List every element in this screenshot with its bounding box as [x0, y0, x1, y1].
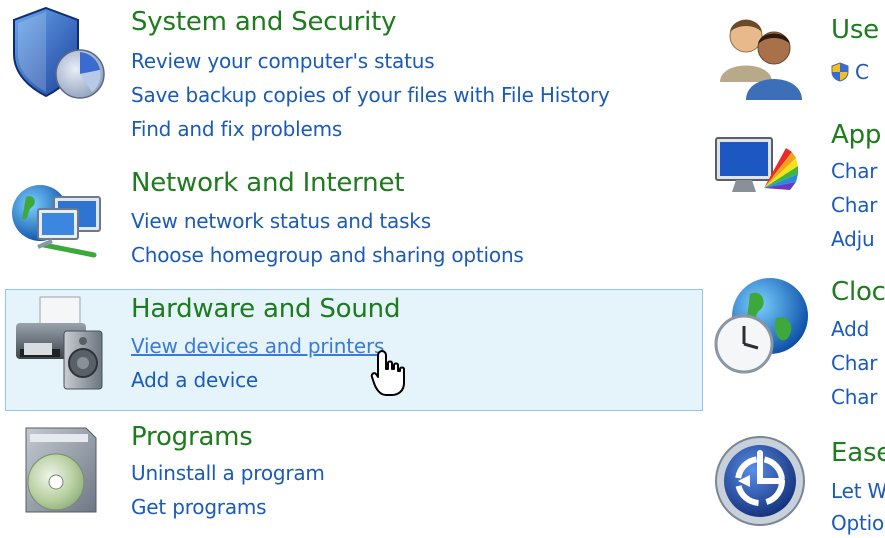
clock-globe-icon	[714, 278, 808, 374]
users-icon	[720, 19, 802, 100]
programs-disc-icon	[25, 427, 97, 513]
category-programs[interactable]: Programs Uninstall a program Get program…	[0, 418, 700, 533]
link-appearance-3[interactable]: Adju	[831, 227, 875, 251]
link-find-fix-problems[interactable]: Find and fix problems	[131, 117, 342, 141]
category-clock-region[interactable]: Cloc Add Char Char	[705, 270, 885, 420]
category-system-security[interactable]: System and Security Review your computer…	[0, 0, 700, 160]
link-ease-2[interactable]: Optio	[831, 511, 884, 535]
network-globe-icon	[12, 185, 101, 258]
category-title[interactable]: App	[831, 120, 881, 150]
link-text: C	[855, 60, 869, 84]
link-network-status[interactable]: View network status and tasks	[131, 209, 431, 233]
category-ease-of-access[interactable]: Ease Let W Optio	[705, 425, 885, 538]
link-clock-2[interactable]: Char	[831, 351, 878, 375]
ease-of-access-icon	[715, 436, 805, 526]
category-appearance[interactable]: App Char Char Adju	[705, 110, 885, 260]
link-ease-1[interactable]: Let W	[831, 479, 885, 503]
link-change-account-type[interactable]: C	[831, 60, 869, 84]
link-review-status[interactable]: Review your computer's status	[131, 49, 435, 73]
printer-speaker-icon	[16, 296, 103, 390]
link-devices-printers[interactable]: View devices and printers	[131, 334, 384, 358]
category-title[interactable]: Cloc	[831, 277, 885, 307]
category-title[interactable]: Programs	[131, 422, 253, 452]
link-appearance-2[interactable]: Char	[831, 193, 878, 217]
hand-pointer-cursor-icon	[370, 350, 405, 396]
link-appearance-1[interactable]: Char	[831, 159, 878, 183]
link-add-device[interactable]: Add a device	[131, 368, 258, 392]
category-title[interactable]: Network and Internet	[131, 168, 404, 198]
shield-icon	[13, 6, 105, 99]
link-file-history[interactable]: Save backup copies of your files with Fi…	[131, 83, 610, 107]
link-clock-3[interactable]: Char	[831, 385, 878, 409]
category-title[interactable]: Use	[831, 15, 879, 45]
category-title[interactable]: System and Security	[131, 7, 397, 37]
link-get-programs[interactable]: Get programs	[131, 495, 267, 519]
link-clock-1[interactable]: Add	[831, 317, 869, 341]
category-hardware-sound[interactable]: Hardware and Sound View devices and prin…	[0, 289, 704, 411]
link-homegroup-sharing[interactable]: Choose homegroup and sharing options	[131, 243, 524, 267]
link-uninstall-program[interactable]: Uninstall a program	[131, 461, 325, 485]
appearance-monitor-icon	[715, 137, 798, 192]
category-title[interactable]: Ease	[831, 438, 885, 468]
category-title[interactable]: Hardware and Sound	[131, 294, 400, 324]
uac-shield-icon	[831, 62, 849, 82]
category-user-accounts[interactable]: Use C	[705, 0, 885, 110]
category-network-internet[interactable]: Network and Internet View network status…	[0, 165, 700, 280]
